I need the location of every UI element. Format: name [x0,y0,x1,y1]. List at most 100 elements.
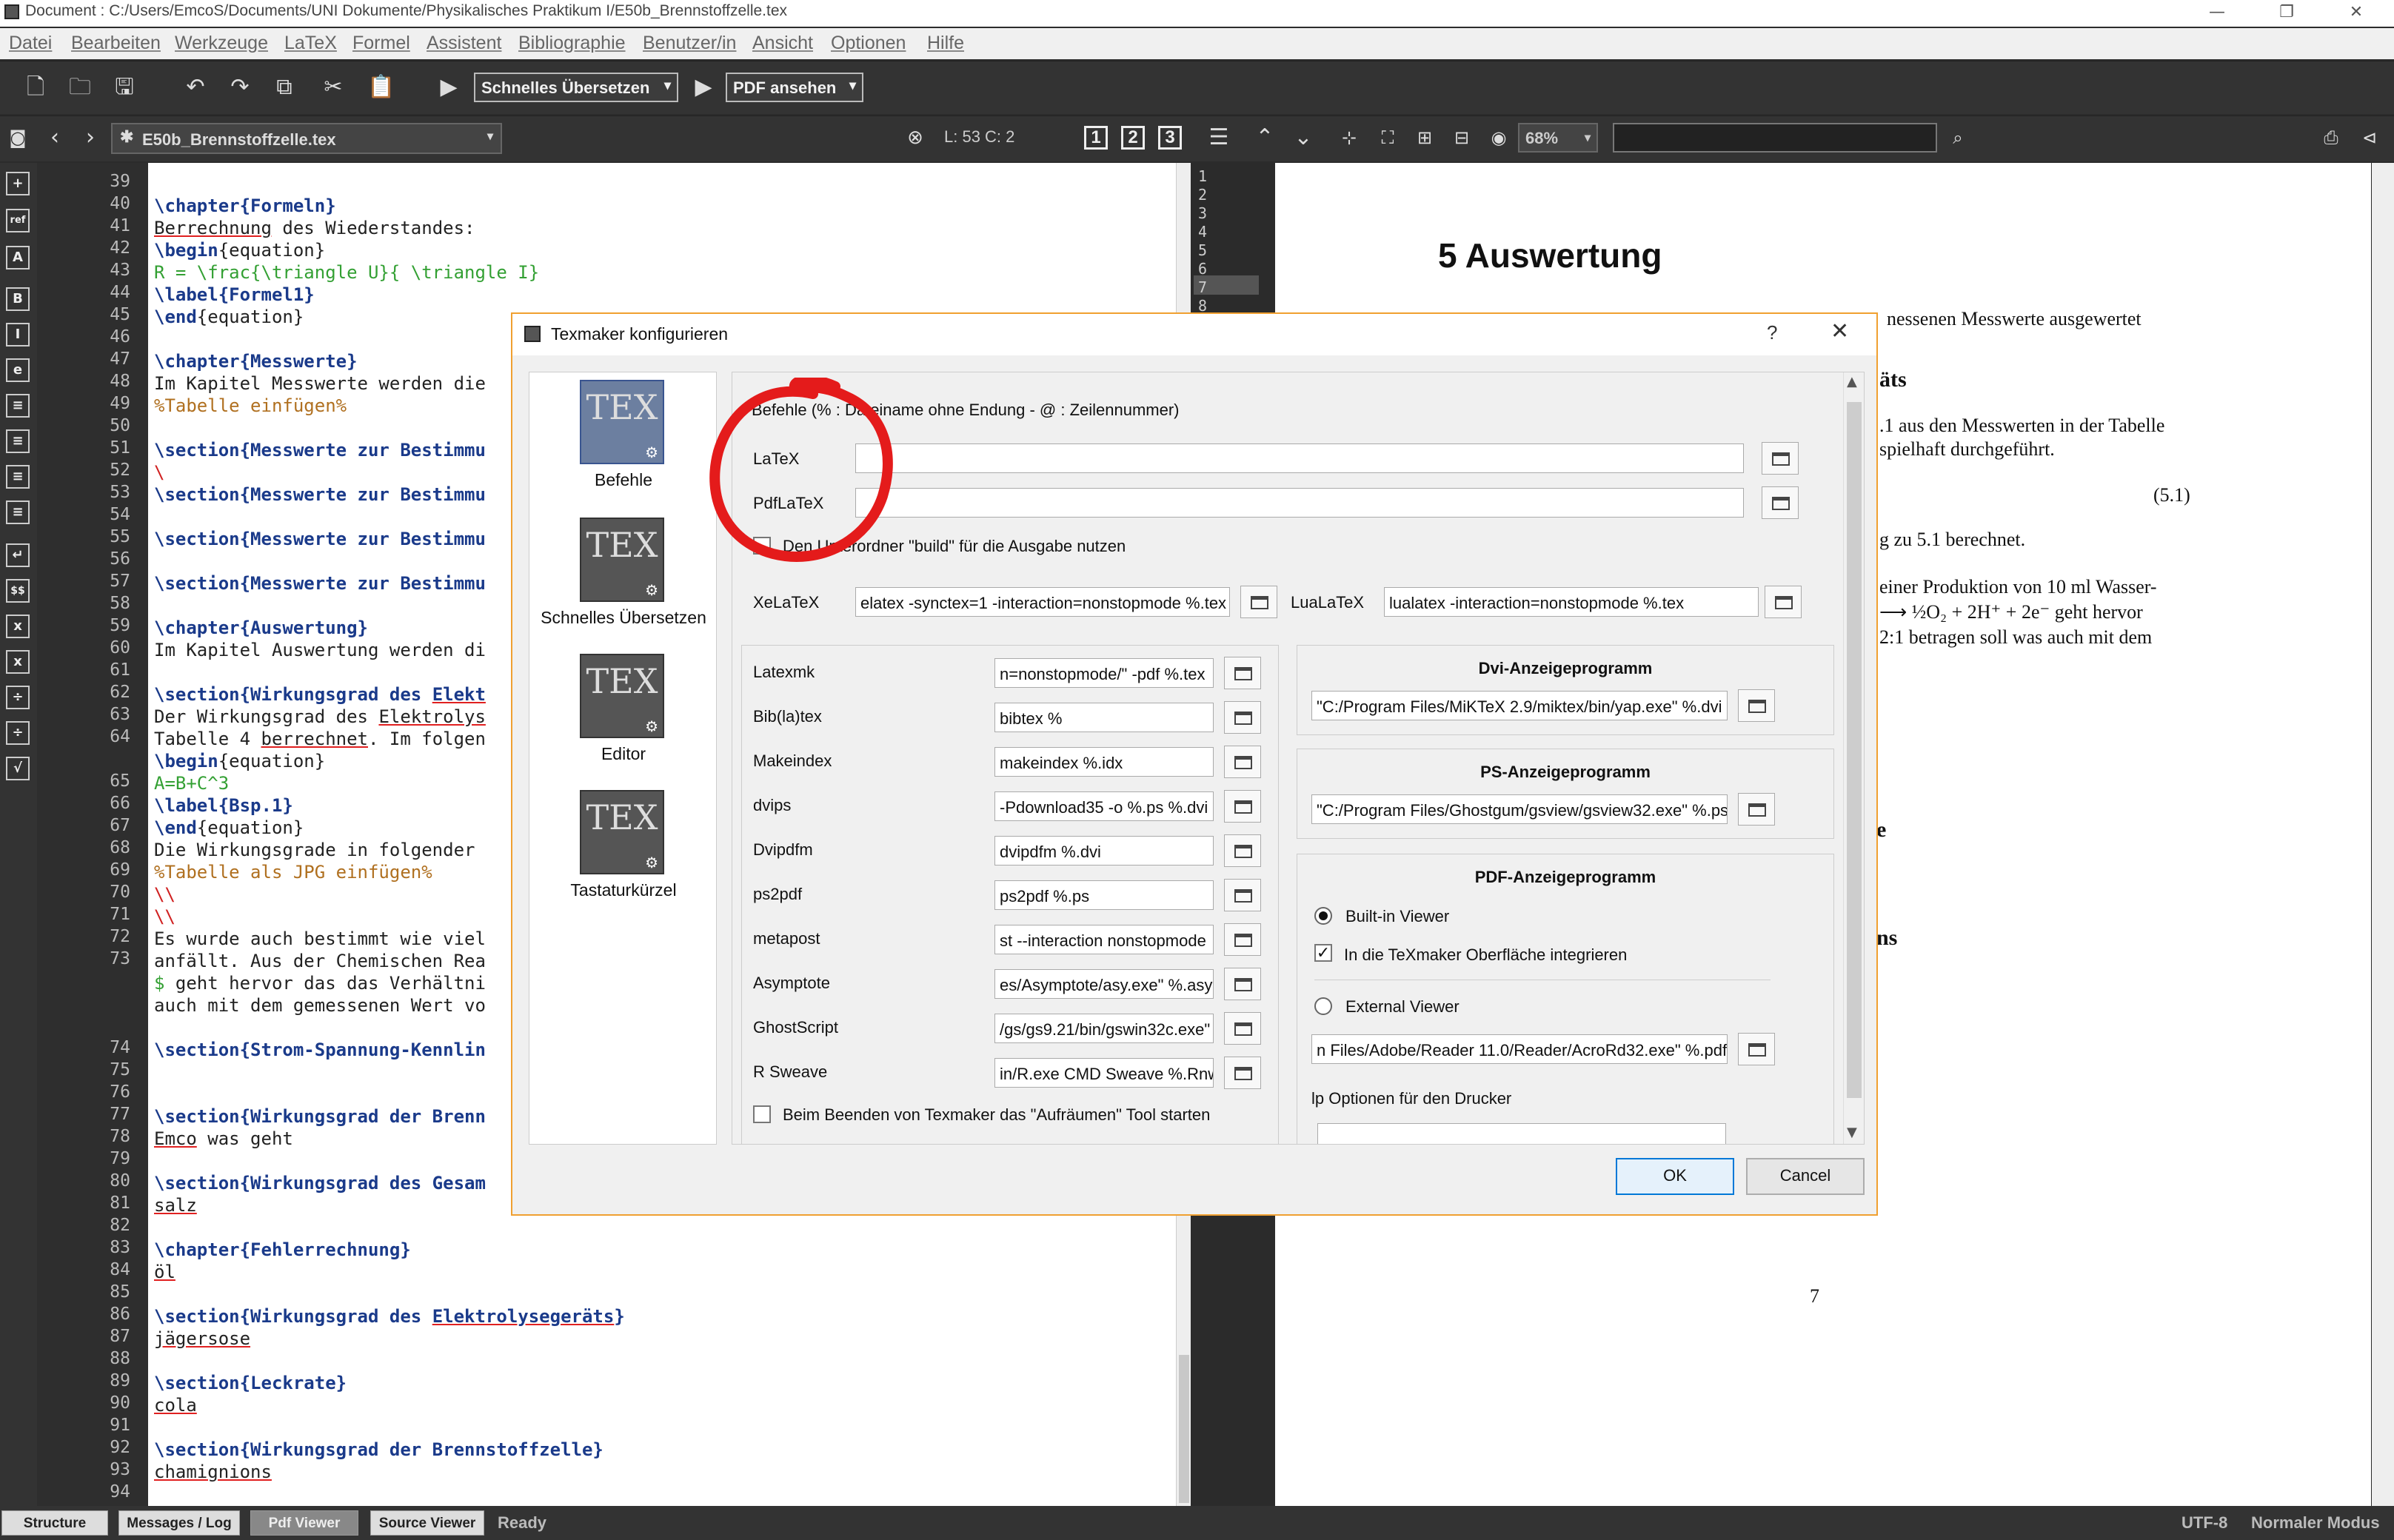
code-line[interactable]: \begin{equation} [154,751,325,771]
tool-browse-button[interactable] [1224,968,1261,1000]
code-line[interactable]: \section{Wirkungsgrad des Elekt [154,684,486,705]
code-line[interactable]: \section{Messwerte zur Bestimmu [154,440,486,461]
dialog-close-button[interactable]: ✕ [1830,318,1849,344]
emph-icon[interactable]: e [6,358,30,382]
tool-command-input[interactable]: bibtex % [994,703,1214,732]
code-line[interactable]: \section{Strom-Spannung-Kennlin [154,1040,486,1060]
code-line[interactable]: \end{equation} [154,307,304,327]
zoom-out-icon[interactable]: ⊟ [1448,124,1475,151]
ps-viewer-input[interactable]: "C:/Program Files/Ghostgum/gsview/gsview… [1311,794,1728,824]
undo-icon[interactable]: ↶ [182,74,209,101]
italic-icon[interactable]: I [6,323,30,346]
tool-browse-button[interactable] [1224,923,1261,956]
quick-build-dropdown[interactable]: Schnelles Übersetzen ▾ [474,73,678,102]
code-line[interactable]: Es wurde auch bestimmt wie viel [154,928,486,949]
fraction-icon[interactable]: ÷ [6,686,30,709]
code-line[interactable]: A=B+C^3 [154,773,229,794]
code-line[interactable]: Im Kapitel Auswertung werden di [154,640,486,660]
pdf-search-input[interactable] [1613,123,1937,153]
save-icon[interactable]: 🖫 [111,74,138,101]
text-icon[interactable]: A [6,246,30,270]
redo-icon[interactable]: ↷ [227,74,253,101]
print-icon[interactable]: ⎙ [2318,124,2344,151]
copy-icon[interactable]: ⧉ [271,74,298,101]
eye-icon[interactable]: ◉ [1485,124,1512,151]
external-viewer-radio[interactable] [1314,997,1332,1015]
lp-options-input[interactable] [1317,1123,1726,1144]
code-line[interactable]: Die Wirkungsgrade in folgender [154,840,475,860]
close-tab-icon[interactable]: ⊗ [902,124,929,151]
run-icon[interactable]: ▶ [435,74,462,101]
code-line[interactable]: \section{Wirkungsgrad des Gesam [154,1173,486,1194]
tool-browse-button[interactable] [1224,1057,1261,1089]
xelatex-command-input[interactable]: elatex -synctex=1 -interaction=nonstopmo… [855,587,1230,617]
code-line[interactable]: \section{Wirkungsgrad der Brenn [154,1106,486,1127]
code-line[interactable]: $ geht hervor das das Verhältni [154,973,486,994]
scroll-down-icon[interactable]: ▼ [1847,1125,1857,1140]
code-line[interactable]: cola [154,1395,197,1416]
page-up-icon[interactable]: ⌃ [1251,124,1278,151]
menu-assistent[interactable]: Assistent [427,33,501,54]
newline-icon[interactable]: ↵ [6,543,30,567]
view-pdf-dropdown[interactable]: PDF ansehen ▾ [726,73,863,102]
add-icon[interactable]: + [6,172,30,195]
code-line[interactable]: \chapter{Messwerte} [154,351,358,372]
fit-icon[interactable]: ⊹ [1336,124,1362,151]
superscript-icon[interactable]: x [6,650,30,674]
code-line[interactable]: \section{Messwerte zur Bestimmu [154,484,486,505]
view-1-button[interactable]: 1 [1084,126,1108,150]
scroll-up-icon[interactable]: ▲ [1847,374,1857,389]
code-line[interactable]: anfällt. Aus der Chemischen Rea [154,951,486,971]
view-3-button[interactable]: 3 [1158,126,1182,150]
build-subdir-checkbox[interactable] [753,537,771,555]
ps-browse-button[interactable] [1738,793,1775,826]
content-scrollbar[interactable]: ▲ ▼ [1843,372,1864,1144]
lualatex-command-input[interactable]: lualatex -interaction=nonstopmode %.tex [1384,587,1759,617]
code-line[interactable]: Tabelle 4 berrechnet. Im folgen [154,729,486,749]
menu-bibliographie[interactable]: Bibliographie [518,33,626,54]
tool-command-input[interactable]: -Pdownload35 -o %.ps %.dvi [994,791,1214,821]
code-line[interactable]: salz [154,1195,197,1216]
ok-button[interactable]: OK [1616,1158,1734,1195]
tool-command-input[interactable]: st --interaction nonstopmode [994,925,1214,954]
fit-width-icon[interactable]: ⛶ [1374,124,1401,151]
menu-hilfe[interactable]: Hilfe [927,33,964,54]
code-line[interactable]: \section{Wirkungsgrad der Brennstoffzell… [154,1439,603,1460]
tab-pdf-viewer[interactable]: Pdf Viewer [250,1510,358,1536]
tab-source-viewer[interactable]: Source Viewer [370,1510,484,1536]
builtin-viewer-radio[interactable] [1314,907,1332,925]
align-justify-icon[interactable]: ≡ [6,500,30,524]
category-befehle[interactable]: TEX ⚙ Befehle [529,372,718,498]
category-shortcuts[interactable]: TEX ⚙ Tastaturkürzel [529,783,718,908]
view-run-icon[interactable]: ▶ [690,74,717,101]
tool-command-input[interactable]: makeindex %.idx [994,747,1214,777]
code-line[interactable]: \section{Wirkungsgrad des Elektrolyseger… [154,1306,625,1327]
tool-browse-button[interactable] [1224,701,1261,734]
forward-icon[interactable]: › [77,124,104,151]
latex-command-input[interactable] [855,443,1744,473]
code-line[interactable]: %Tabelle als JPG einfügen% [154,862,432,883]
cleanup-checkbox[interactable] [753,1105,771,1123]
code-line[interactable]: \end{equation} [154,817,304,838]
code-line[interactable]: \begin{equation} [154,240,325,261]
structure-toggle-icon[interactable]: ◙ [4,124,31,151]
external-browse-button[interactable] [1738,1033,1775,1065]
open-file-icon[interactable]: 🗀 [67,74,93,101]
minimize-button[interactable]: — [2182,0,2252,27]
tool-browse-button[interactable] [1224,879,1261,911]
code-line[interactable]: auch mit dem gemessenen Wert vo [154,995,486,1016]
content-scrollbar-thumb[interactable] [1847,402,1862,1098]
menu-formel[interactable]: Formel [352,33,410,54]
subscript-icon[interactable]: x [6,615,30,638]
code-line[interactable]: \\ [154,884,175,905]
tool-browse-button[interactable] [1224,1012,1261,1045]
tool-command-input[interactable]: dvipdfm %.dvi [994,836,1214,866]
integrate-checkbox[interactable]: ✓ [1314,944,1332,962]
code-line[interactable]: \section{Messwerte zur Bestimmu [154,529,486,549]
tool-command-input[interactable]: es/Asymptote/asy.exe" %.asy [994,969,1214,999]
code-line[interactable]: \chapter{Formeln} [154,195,336,216]
menu-optionen[interactable]: Optionen [831,33,906,54]
tool-command-input[interactable]: /gs/gs9.21/bin/gswin32c.exe" [994,1014,1214,1043]
code-line[interactable]: chamignions [154,1462,272,1482]
tab-messages-log[interactable]: Messages / Log [118,1510,240,1536]
